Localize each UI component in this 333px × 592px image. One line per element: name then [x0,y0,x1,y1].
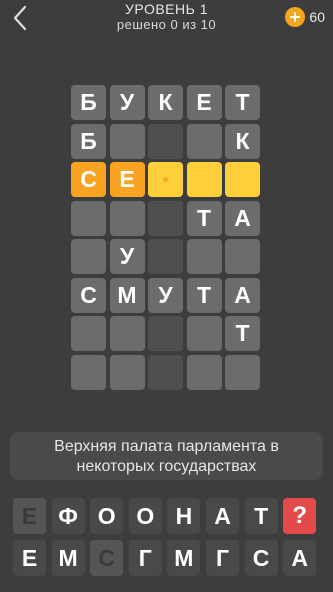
grid-letter: Т [235,89,250,115]
grid-letter: Т [196,204,212,231]
grid-cell[interactable]: Т [225,316,260,351]
grid-cell[interactable]: Е [109,162,145,197]
grid-cell[interactable] [71,316,106,351]
grid-letter: У [119,89,135,115]
letter-key[interactable]: Т [244,498,278,534]
clue-line-2: некоторых государствах [76,458,257,475]
grid-cell[interactable]: К [148,85,183,120]
letter-key[interactable]: О [90,498,124,534]
grid-cell[interactable]: У [109,85,145,120]
grid-cell[interactable]: К [225,123,260,159]
clue-line-1: Верхняя палата парламента в [54,438,279,455]
grid-letter: К [158,89,173,115]
grid-cell[interactable] [148,239,183,274]
grid-cell[interactable] [186,123,222,159]
letter-key[interactable]: О [128,498,162,534]
grid-cell[interactable]: С [71,277,106,313]
grid-cell[interactable] [71,200,106,236]
letter-key[interactable]: С [244,540,278,576]
grid-letter: С [80,281,97,308]
progress-text: решено 0 из 10 [116,17,217,32]
letter-key[interactable]: Г [206,540,239,576]
grid-cell[interactable] [109,200,145,236]
grid-cell[interactable]: А [225,277,260,313]
grid-letter: Т [196,281,212,308]
letter-key[interactable]: С [90,540,124,576]
grid-cell[interactable] [148,354,183,390]
grid-cell[interactable] [186,239,222,274]
level-title: УРОВЕНЬ 1 [125,1,208,17]
grid-cell[interactable] [186,316,222,351]
grid-letter: М [117,281,137,308]
letter-key[interactable]: М [51,540,85,576]
grid-letter: У [119,243,135,269]
selected-cell-dot [163,177,168,182]
title-block: УРОВЕНЬ 1 решено 0 из 10 [60,1,273,32]
coin-plus-icon[interactable] [285,7,306,27]
grid-cell[interactable] [148,123,183,159]
grid-cell[interactable] [186,162,222,197]
letter-key[interactable]: Е [13,498,46,534]
grid-letter: А [234,281,251,308]
grid-letter: Т [235,320,250,346]
grid-cell[interactable] [71,239,106,274]
grid-cell[interactable] [148,162,183,197]
grid-cell[interactable]: Б [71,123,106,159]
letter-key[interactable]: Ф [51,498,85,534]
grid-cell[interactable]: А [225,200,260,236]
letter-key[interactable]: Е [13,540,46,576]
grid-letter: А [234,204,251,231]
clue-box: Верхняя палата парламента в некоторых го… [10,432,323,480]
grid-letter: Е [196,89,212,115]
letter-key[interactable]: Н [167,498,201,534]
grid-cell[interactable]: У [109,239,145,274]
grid-cell[interactable] [109,316,145,351]
letter-key[interactable]: Г [128,540,162,576]
grid-cell[interactable] [186,354,222,390]
grid-cell[interactable] [109,123,145,159]
grid-cell[interactable] [148,200,183,236]
grid-cell[interactable]: Т [186,277,222,313]
grid-letter: Б [80,127,97,154]
coin-count: 60 [309,9,325,25]
grid-cell[interactable]: Т [225,85,260,120]
grid-cell[interactable] [71,354,106,390]
grid-cell[interactable]: Т [186,200,222,236]
grid-cell[interactable] [148,316,183,351]
grid-cell[interactable] [109,354,145,390]
chevron-left-icon [13,5,27,31]
grid-letter: Б [80,89,97,115]
letter-key[interactable]: А [206,498,239,534]
grid-cell[interactable]: С [71,162,106,197]
grid-letter: К [235,127,250,154]
hint-button[interactable]: ? [283,498,317,534]
grid-cell[interactable]: У [148,277,183,313]
grid-letter: Е [119,166,135,192]
coins-display[interactable]: 60 [285,7,325,27]
grid-letter: С [80,166,97,192]
header: УРОВЕНЬ 1 решено 0 из 10 60 [0,0,333,40]
grid-cell[interactable]: Е [186,85,222,120]
grid-cell[interactable]: Б [71,85,106,120]
letter-key[interactable]: М [167,540,201,576]
letter-key[interactable]: А [283,540,317,576]
grid-cell[interactable] [225,239,260,274]
grid-cell[interactable]: М [109,277,145,313]
grid-cell[interactable] [225,162,260,197]
grid-letter: У [158,281,173,308]
back-button[interactable] [8,4,32,32]
grid-cell[interactable] [225,354,260,390]
